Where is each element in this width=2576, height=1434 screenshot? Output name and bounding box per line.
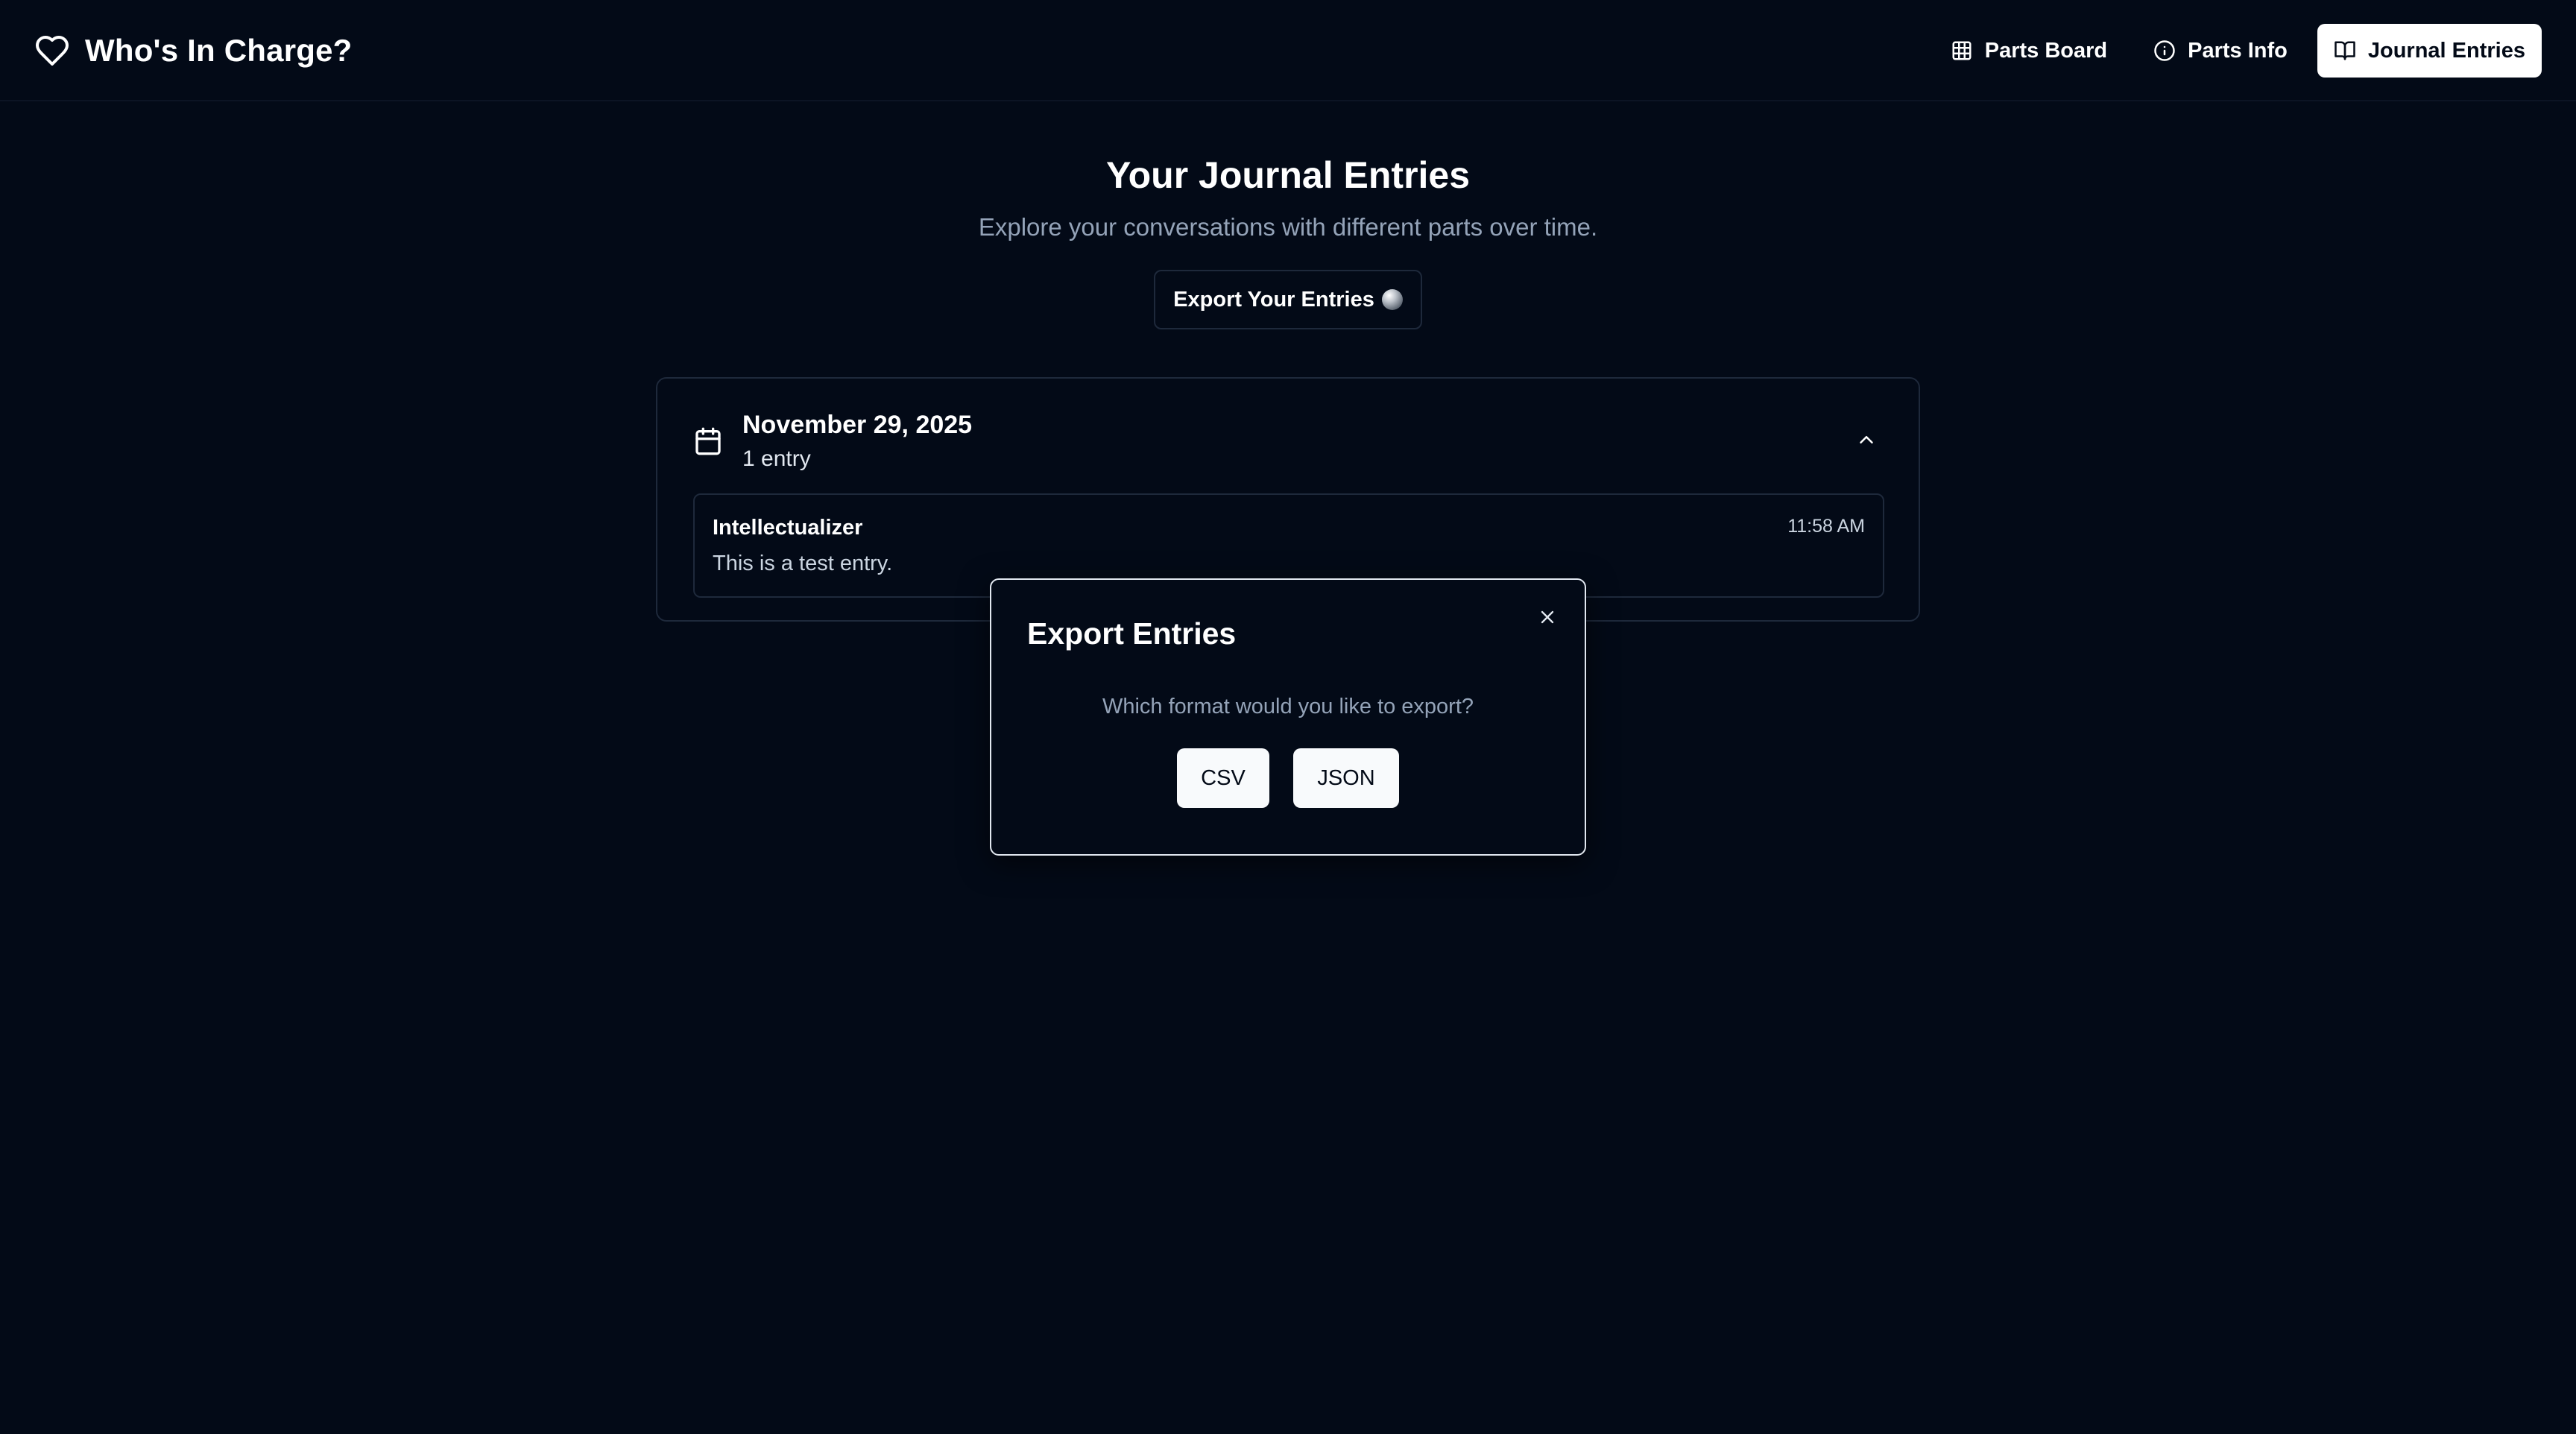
top-navigation-bar: Who's In Charge? Parts Board Parts Info … bbox=[0, 0, 2576, 101]
export-entries-label: Export Your Entries bbox=[1173, 287, 1374, 312]
date-group-text: November 29, 2025 1 entry bbox=[742, 405, 972, 474]
nav-parts-info-label: Parts Info bbox=[2188, 38, 2288, 63]
main-nav: Parts Board Parts Info Journal Entries bbox=[1934, 24, 2542, 78]
app-title: Who's In Charge? bbox=[85, 33, 353, 68]
nav-journal-entries-label: Journal Entries bbox=[2367, 38, 2525, 63]
book-open-icon bbox=[2334, 41, 2355, 60]
close-icon bbox=[1541, 610, 1554, 624]
info-icon bbox=[2154, 40, 2175, 61]
nav-parts-info[interactable]: Parts Info bbox=[2137, 24, 2304, 78]
export-entries-button[interactable]: Export Your Entries bbox=[1154, 270, 1422, 329]
collapse-group-button[interactable] bbox=[1853, 426, 1880, 453]
group-entry-count: 1 entry bbox=[742, 446, 811, 471]
export-json-button[interactable]: JSON bbox=[1293, 748, 1399, 808]
page-title: Your Journal Entries bbox=[1105, 154, 1471, 196]
entry-time: 11:58 AM bbox=[1787, 516, 1865, 537]
nav-parts-board[interactable]: Parts Board bbox=[1934, 24, 2124, 78]
group-date: November 29, 2025 bbox=[742, 411, 973, 439]
dialog-title: Export Entries bbox=[1027, 616, 1237, 651]
heart-icon bbox=[36, 36, 69, 66]
dialog-question: Which format would you like to export? bbox=[1102, 695, 1474, 718]
orb-icon bbox=[1381, 289, 1403, 310]
grid-icon bbox=[1952, 41, 1972, 60]
entry-part-name: Intellectualizer bbox=[713, 516, 863, 540]
dialog-actions: CSV JSON bbox=[991, 748, 1585, 808]
entry-text: This is a test entry. bbox=[713, 552, 893, 575]
export-entries-dialog: Export Entries Which format would you li… bbox=[990, 578, 1586, 856]
nav-journal-entries[interactable]: Journal Entries bbox=[2317, 24, 2542, 78]
app-brand[interactable]: Who's In Charge? bbox=[34, 28, 353, 73]
calendar-icon bbox=[695, 427, 721, 455]
page-subtitle: Explore your conversations with differen… bbox=[978, 213, 1598, 241]
nav-parts-board-label: Parts Board bbox=[1984, 38, 2108, 63]
date-group-header[interactable]: November 29, 2025 1 entry bbox=[693, 405, 972, 474]
chevron-up-icon bbox=[1860, 436, 1873, 443]
page-heading: Your Journal Entries Explore your conver… bbox=[0, 149, 2576, 246]
export-csv-button[interactable]: CSV bbox=[1177, 748, 1269, 808]
dialog-close-button[interactable] bbox=[1532, 602, 1562, 632]
